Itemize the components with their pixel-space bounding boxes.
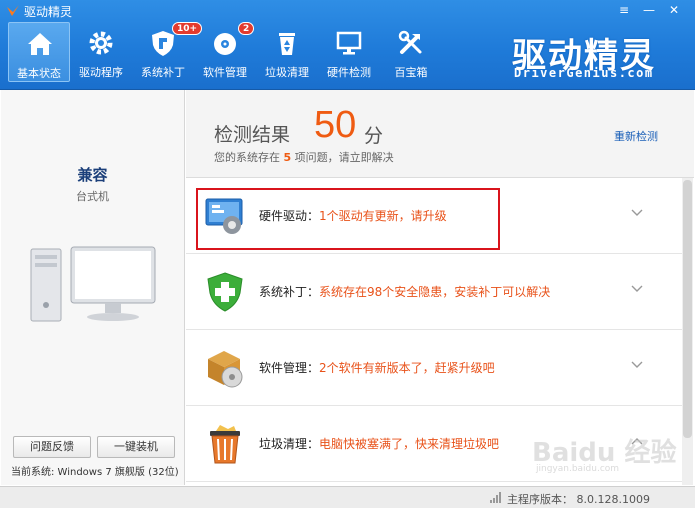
pc-type: 台式机: [76, 190, 109, 203]
software-package-icon: [208, 351, 243, 388]
home-icon: [28, 33, 52, 55]
nav-hardware[interactable]: 硬件检测: [318, 22, 380, 82]
nav-cleanup[interactable]: 垃圾清理: [256, 22, 318, 82]
result-desc-suffix: 项问题，请立即解决: [294, 151, 394, 164]
list-scrollbar[interactable]: [682, 178, 693, 485]
item-desc: 系统存在98个安全隐患，安装补丁可以解决: [319, 285, 551, 299]
main-nav: 基本状态 驱动程序 10+ 系统补丁 2 软件管理 垃圾清理 硬件检测 百宝箱: [8, 22, 442, 82]
chevron-down-icon[interactable]: [630, 206, 644, 220]
result-score: 50: [314, 104, 357, 146]
result-unit: 分: [364, 125, 384, 147]
nav-label: 百宝箱: [394, 66, 428, 79]
trash-bin-icon: [210, 425, 240, 464]
monitor-icon: [336, 31, 362, 55]
result-desc-prefix: 您的系统存在: [214, 151, 280, 164]
left-panel: 兼容 台式机 问题反馈 一键装机 当前系统: Windows 7 旗舰版 (32…: [1, 90, 185, 485]
recycle-bin-icon: [279, 33, 295, 55]
feedback-button[interactable]: 问题反馈: [13, 436, 91, 458]
brand-logo: 驱动精灵 DriverGenius.com: [512, 28, 672, 84]
item-desc: 2个软件有新版本了，赶紧升级吧: [319, 361, 495, 375]
nav-label: 系统补丁: [141, 66, 185, 79]
nav-patches[interactable]: 10+ 系统补丁: [132, 22, 203, 82]
highlight-annotation-box: [196, 188, 500, 250]
nav-toolbox[interactable]: 百宝箱: [380, 22, 442, 82]
tools-icon: [398, 30, 422, 54]
nav-basic-status[interactable]: 基本状态: [8, 22, 70, 82]
baidu-watermark: Baidu 经验 jingyan.baidu.com: [532, 432, 676, 478]
scan-result-header: 检测结果 50 分 您的系统存在 5 项问题，请立即解决 重新检测: [186, 90, 694, 178]
result-issue-count: 5: [283, 151, 292, 164]
compat-status: 兼容: [77, 166, 108, 184]
toolbar: 驱动精灵 ≡ — ✕ 基本状态 驱动程序 10+ 系统补丁 2 软件管理 垃圾清…: [0, 0, 695, 90]
nav-label: 驱动程序: [79, 66, 123, 79]
list-item-system-patch[interactable]: 系统补丁：系统存在98个安全隐患，安装补丁可以解决: [186, 254, 682, 330]
item-text: 软件管理：2个软件有新版本了，赶紧升级吧: [259, 359, 495, 376]
signal-icon: [490, 492, 501, 503]
item-desc: 电脑快被塞满了，快来清理垃圾吧: [319, 437, 500, 451]
desktop-computer-icon: [30, 246, 156, 322]
disc-icon: [214, 33, 236, 55]
chevron-down-icon[interactable]: [630, 358, 644, 372]
brand-url: DriverGenius.com: [514, 66, 654, 80]
status-bar: 主程序版本： 8.0.128.1009: [0, 486, 695, 508]
nav-drivers[interactable]: 驱动程序: [70, 22, 132, 82]
window-title: 驱动精灵: [24, 5, 73, 19]
gear-icon: [89, 31, 113, 55]
minimize-icon[interactable]: —: [637, 1, 661, 19]
nav-software[interactable]: 2 软件管理: [194, 22, 256, 82]
nav-label: 硬件检测: [327, 66, 371, 79]
one-click-install-button[interactable]: 一键装机: [97, 436, 175, 458]
item-name: 垃圾清理：: [259, 437, 320, 451]
app-logo-icon: [7, 5, 19, 16]
watermark-url: jingyan.baidu.com: [536, 464, 620, 474]
recheck-link[interactable]: 重新检测: [614, 128, 658, 144]
list-item-software-manage[interactable]: 软件管理：2个软件有新版本了，赶紧升级吧: [186, 330, 682, 406]
item-name: 软件管理：: [259, 361, 320, 375]
result-label: 检测结果: [214, 124, 291, 146]
nav-badge: 2: [238, 22, 255, 35]
result-description: 您的系统存在 5 项问题，请立即解决: [214, 149, 394, 165]
item-text: 系统补丁：系统存在98个安全隐患，安装补丁可以解决: [259, 283, 550, 300]
security-shield-plus-icon: [207, 272, 243, 312]
scrollbar-thumb[interactable]: [683, 180, 692, 438]
nav-label: 软件管理: [203, 66, 247, 79]
system-info: 当前系统: Windows 7 旗舰版 (32位): [11, 467, 179, 478]
item-name: 系统补丁：: [259, 285, 320, 299]
menu-icon[interactable]: ≡: [612, 1, 636, 19]
program-version: 主程序版本： 8.0.128.1009: [507, 493, 650, 506]
nav-label: 垃圾清理: [265, 66, 309, 79]
chevron-down-icon[interactable]: [630, 282, 644, 296]
item-text: 垃圾清理：电脑快被塞满了，快来清理垃圾吧: [259, 435, 499, 452]
close-icon[interactable]: ✕: [662, 1, 686, 19]
nav-label: 基本状态: [17, 67, 61, 80]
